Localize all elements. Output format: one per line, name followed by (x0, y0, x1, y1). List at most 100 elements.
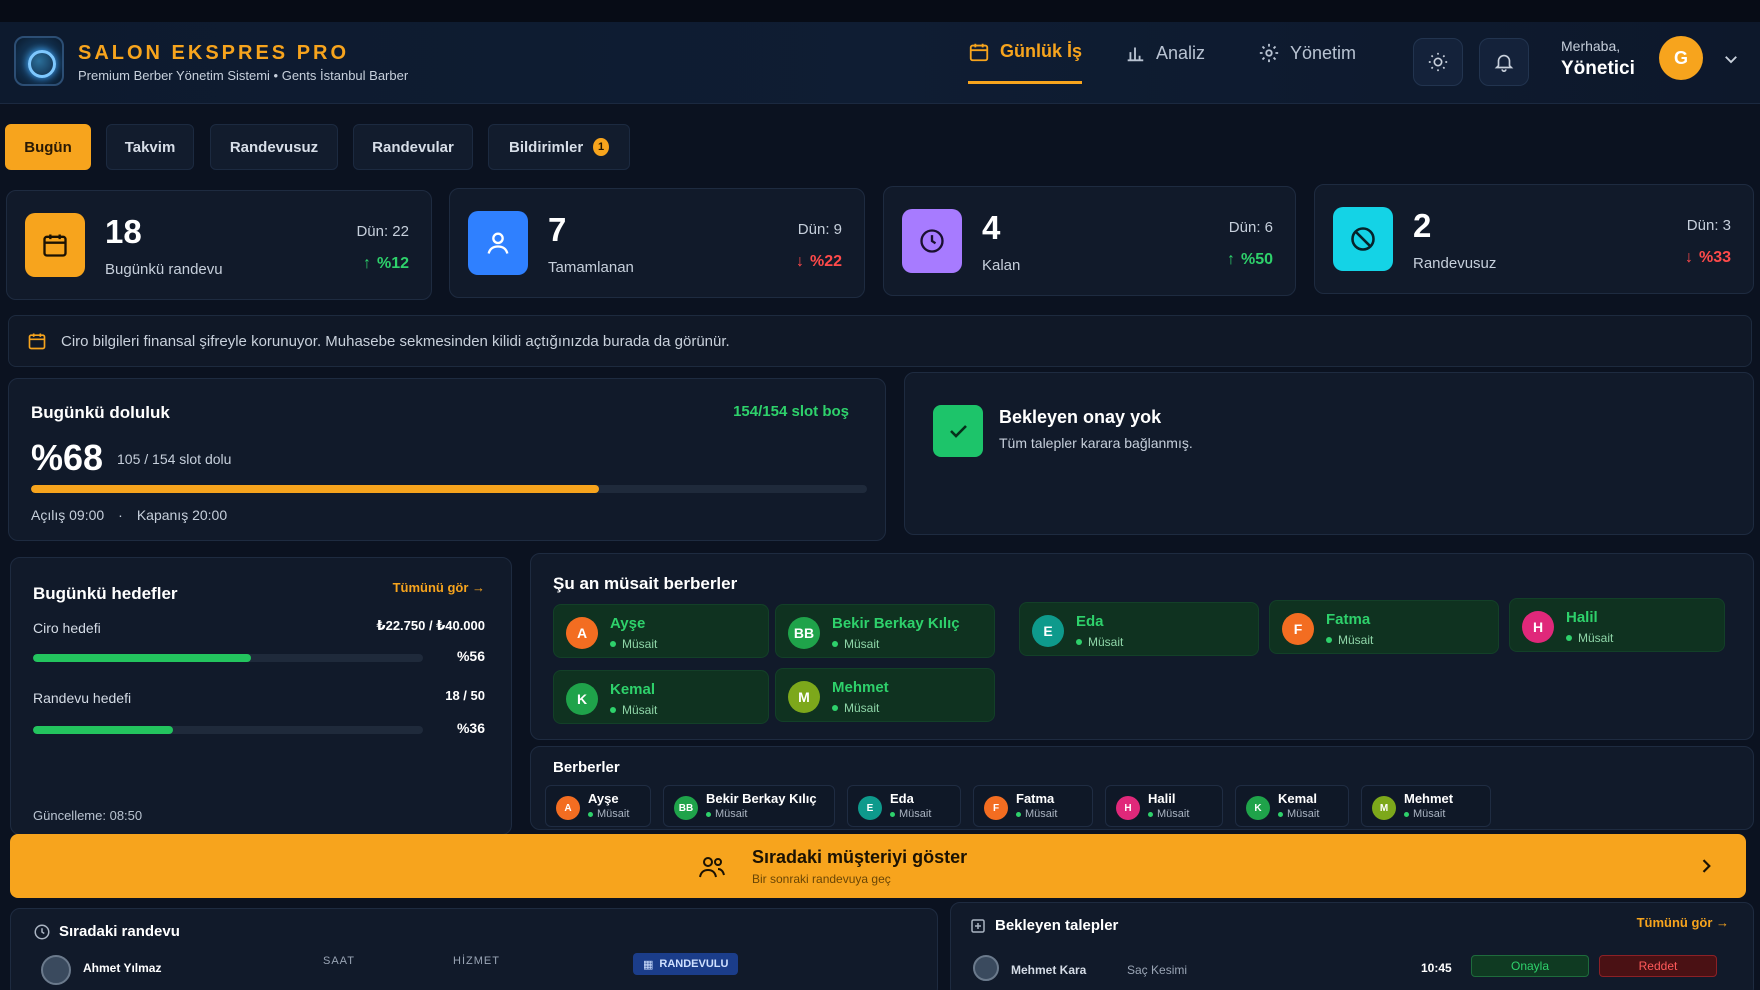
approve-button[interactable]: Onayla (1471, 955, 1589, 977)
col-header-time: SAAT (323, 955, 355, 967)
notifications-button[interactable] (1479, 38, 1529, 86)
barber-avatar: A (566, 617, 598, 649)
goal-percent: %36 (456, 720, 485, 736)
barber-name: Halil (1566, 609, 1598, 626)
barber-name: Kemal (610, 681, 656, 698)
user-role: Yönetici (1561, 58, 1635, 79)
show-next-customer-button[interactable]: Sıradaki müşteriyi göster Bir sonraki ra… (10, 834, 1746, 898)
requests-see-all-link[interactable]: Tümünü gör → (1637, 915, 1729, 930)
check-icon-box (933, 405, 983, 457)
reject-button[interactable]: Reddet (1599, 955, 1717, 977)
stat-value: 7 (548, 211, 567, 248)
cta-subtitle: Bir sonraki randevuya geç (752, 872, 891, 886)
status-dot-icon (832, 705, 838, 711)
barber-chip[interactable]: E Eda Müsait (847, 785, 961, 827)
goals-title: Bugünkü hedefler (33, 584, 178, 603)
status-dot-icon (610, 641, 616, 647)
tab-bugun[interactable]: Bugün (5, 124, 91, 170)
stat-value: 18 (105, 213, 142, 250)
user-avatar[interactable]: G (1659, 36, 1703, 80)
stat-delta: ↑ %50 (1227, 251, 1273, 269)
available-barber-card[interactable]: K Kemal Müsait (553, 670, 769, 724)
requester-avatar (973, 955, 999, 981)
available-barber-card[interactable]: F Fatma Müsait (1269, 600, 1499, 654)
daily-goals-card: Bugünkü hedefler Tümünü gör → Ciro hedef… (10, 557, 512, 835)
brand-logo[interactable] (14, 36, 64, 86)
barber-chip[interactable]: A Ayşe Müsait (545, 785, 651, 827)
barber-chip[interactable]: K Kemal Müsait (1235, 785, 1349, 827)
barber-name: Ayşe (588, 791, 619, 806)
available-barbers-card: Şu an müsait berberler A Ayşe Müsait BB Beki… (530, 553, 1754, 740)
barber-chip[interactable]: H Halil Müsait (1105, 785, 1223, 827)
barber-status: Müsait (1326, 633, 1373, 647)
status-dot-icon (1278, 811, 1283, 817)
tab-randevusuz[interactable]: Randevusuz (210, 124, 338, 170)
stat-icon-box (902, 209, 962, 273)
barber-status-label: Müsait (1157, 808, 1190, 820)
stat-delta-value: %12 (376, 255, 409, 272)
available-barber-card[interactable]: E Eda Müsait (1019, 602, 1259, 656)
goal-progress-bar (33, 726, 423, 734)
nav-tab-gunluk-is[interactable]: Günlük İş (968, 22, 1083, 84)
barber-status-label: Müsait (1413, 808, 1446, 820)
barber-name: Mehmet (1404, 791, 1454, 806)
clock-icon (920, 229, 944, 253)
barber-avatar: K (566, 683, 598, 715)
tab-label: Takvim (124, 138, 176, 156)
closing-time: Kapanış 20:00 (136, 507, 228, 523)
stat-label: Randevusuz (1413, 255, 1497, 272)
available-barber-card[interactable]: BB Bekir Berkay Kılıç Müsait (775, 604, 995, 658)
request-time: 10:45 (1421, 961, 1452, 975)
occupancy-progress-bar (31, 485, 867, 493)
tab-takvim[interactable]: Takvim (106, 124, 194, 170)
pending-requests-card: Bekleyen talepler Tümünü gör → Mehmet Ka… (950, 902, 1754, 990)
barber-status-label: Müsait (622, 703, 658, 717)
status-dot-icon (1404, 811, 1409, 817)
tab-label: Randevusuz (229, 138, 319, 156)
nav-tab-yonetim[interactable]: Yönetim (1258, 22, 1356, 84)
calendar-icon (43, 234, 67, 257)
col-header-service: HİZMET (453, 955, 500, 967)
sun-icon (1428, 52, 1448, 72)
barber-name: Kemal (1278, 791, 1318, 806)
stat-card-remaining: 4 Kalan Dün: 6 ↑ %50 (883, 186, 1296, 296)
stat-previous: Dün: 9 (797, 221, 842, 238)
status-dot-icon (890, 811, 895, 817)
stat-delta: ↓ %33 (1685, 249, 1731, 267)
goals-see-all-link[interactable]: Tümünü gör → (393, 580, 485, 595)
greeting-text: Merhaba, (1561, 38, 1621, 54)
available-barber-card[interactable]: H Halil Müsait (1509, 598, 1725, 652)
barber-avatar: E (858, 796, 882, 820)
barber-chip[interactable]: M Mehmet Müsait (1361, 785, 1491, 827)
status-dot-icon (1076, 639, 1082, 645)
stat-previous: Dün: 3 (1686, 217, 1731, 234)
ban-icon (1351, 227, 1375, 251)
barber-name: Bekir Berkay Kılıç (706, 791, 817, 806)
theme-toggle-button[interactable] (1413, 38, 1463, 86)
available-barber-card[interactable]: A Ayşe Müsait (553, 604, 769, 658)
barber-name: Fatma (1326, 611, 1371, 628)
goals-updated-time: Güncelleme: 08:50 (33, 808, 143, 823)
finance-lock-notice: Ciro bilgileri finansal şifreyle korunuy… (8, 315, 1752, 367)
barber-status: Müsait (610, 703, 657, 717)
pending-requests-title: Bekleyen talepler (995, 917, 1119, 934)
nav-tab-analiz[interactable]: Analiz (1124, 22, 1205, 84)
barber-status-label: Müsait (1287, 808, 1320, 820)
barber-chip[interactable]: F Fatma Müsait (973, 785, 1093, 827)
calendar-icon (28, 333, 46, 350)
tab-bildirimler[interactable]: Bildirimler 1 (488, 124, 630, 170)
brand-subtitle: Premium Berber Yönetim Sistemi • Gents İ… (78, 68, 409, 83)
status-dot-icon (1148, 811, 1153, 817)
barber-status-label: Müsait (1025, 808, 1058, 820)
barber-status: Müsait (1566, 631, 1613, 645)
barber-name: Bekir Berkay Kılıç (832, 615, 960, 632)
barber-status: Müsait (610, 637, 657, 651)
barber-name: Ayşe (610, 615, 646, 632)
chevron-down-icon[interactable] (1722, 50, 1740, 68)
available-barber-card[interactable]: M Mehmet Müsait (775, 668, 995, 722)
barber-status-label: Müsait (597, 808, 630, 820)
nav-tab-label: Analiz (1156, 42, 1206, 63)
tab-randevular[interactable]: Randevular (353, 124, 473, 170)
inbox-icon (971, 919, 985, 933)
barber-chip[interactable]: BB Bekir Berkay Kılıç Müsait (663, 785, 835, 827)
